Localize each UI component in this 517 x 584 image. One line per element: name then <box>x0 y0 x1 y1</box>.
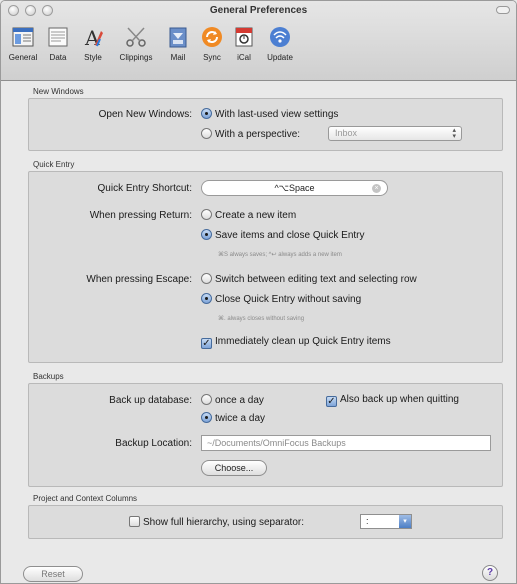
toolbar-data[interactable]: Data <box>41 22 75 62</box>
backup-database-label: Back up database: <box>109 395 192 406</box>
preferences-window: General Preferences General Data A Style… <box>0 0 517 584</box>
mail-icon <box>165 24 191 50</box>
toolbar-style[interactable]: A Style <box>75 22 111 62</box>
perspective-popup[interactable]: Inbox ▴ ▾ <box>328 126 462 141</box>
checkbox-icon[interactable] <box>129 516 140 527</box>
toolbar-label: Update <box>267 53 293 62</box>
radio-escape-switch-label: Switch between editing text and selectin… <box>215 274 417 285</box>
cleanup-label: Immediately clean up Quick Entry items <box>215 336 391 347</box>
radio-return-create[interactable]: Create a new item <box>201 209 296 221</box>
preferences-content: New Windows Open New Windows: With last-… <box>1 81 516 583</box>
hierarchy-label: Show full hierarchy, using separator: <box>143 517 305 528</box>
shortcut-value: ^⌥Space <box>274 183 315 193</box>
clear-shortcut-icon[interactable]: × <box>372 184 381 193</box>
radio-return-create-label: Create a new item <box>215 210 297 221</box>
new-windows-section-label: New Windows <box>33 87 84 96</box>
radio-return-save[interactable]: Save items and close Quick Entry <box>201 229 365 241</box>
shortcut-field[interactable]: ^⌥Space × <box>201 180 388 196</box>
toolbar-area: General Preferences General Data A Style… <box>1 1 516 81</box>
radio-last-used[interactable]: With last-used view settings <box>201 108 338 120</box>
backup-location-value: ~/Documents/OmniFocus Backups <box>207 438 346 448</box>
data-icon <box>45 24 71 50</box>
radio-button[interactable] <box>201 412 212 423</box>
quit-backup-label: Also back up when quitting <box>340 394 459 405</box>
title-bar: General Preferences <box>1 1 516 21</box>
return-hint: ⌘S always saves; ^↩ always adds a new it… <box>218 252 342 258</box>
open-new-windows-label: Open New Windows: <box>98 109 192 120</box>
radio-escape-close-label: Close Quick Entry without saving <box>215 294 362 305</box>
new-windows-box: Open New Windows: With last-used view se… <box>28 98 503 151</box>
radio-once-label: once a day <box>215 395 264 406</box>
toolbar-sync[interactable]: Sync <box>195 22 229 62</box>
toolbar-label: Sync <box>203 53 221 62</box>
radio-perspective[interactable]: With a perspective: <box>201 128 300 140</box>
radio-button[interactable] <box>201 229 212 240</box>
toolbar-label: Mail <box>170 53 186 62</box>
toolbar-ical[interactable]: iCal <box>229 22 259 62</box>
checkmark-icon[interactable]: ✓ <box>201 338 212 349</box>
backups-section-label: Backups <box>33 372 64 381</box>
cleanup-checkbox[interactable]: ✓ Immediately clean up Quick Entry items <box>201 336 391 349</box>
return-label: When pressing Return: <box>89 210 192 221</box>
help-button[interactable]: ? <box>482 565 498 581</box>
toolbar-general[interactable]: General <box>5 22 41 62</box>
reset-button[interactable]: Reset <box>23 566 83 582</box>
radio-button[interactable] <box>201 128 212 139</box>
style-icon: A <box>80 24 106 50</box>
quick-entry-shortcut-label: Quick Entry Shortcut: <box>97 183 192 194</box>
updown-arrows-icon: ▴ ▾ <box>452 127 456 140</box>
columns-box: Show full hierarchy, using separator: : … <box>28 505 503 539</box>
general-icon <box>10 24 36 50</box>
toolbar-update[interactable]: Update <box>259 22 301 62</box>
radio-return-save-label: Save items and close Quick Entry <box>215 230 365 241</box>
popup-arrow-icon: ▾ <box>399 515 411 528</box>
backups-box: Back up database: once a day twice a day… <box>28 383 503 487</box>
choose-button[interactable]: Choose... <box>201 460 267 476</box>
separator-value: : <box>366 516 369 526</box>
toolbar-toggle-button[interactable] <box>496 6 510 14</box>
radio-button[interactable] <box>201 108 212 119</box>
radio-last-used-label: With last-used view settings <box>215 109 339 120</box>
toolbar-label: General <box>8 53 38 62</box>
radio-button[interactable] <box>201 394 212 405</box>
radio-twice-a-day[interactable]: twice a day <box>201 412 265 424</box>
backup-location-label: Backup Location: <box>115 438 192 449</box>
clippings-icon <box>123 24 149 50</box>
radio-button[interactable] <box>201 293 212 304</box>
toolbar-mail[interactable]: Mail <box>161 22 195 62</box>
toolbar-label: Data <box>49 53 67 62</box>
quick-entry-box: Quick Entry Shortcut: ^⌥Space × When pre… <box>28 171 503 363</box>
ical-icon <box>231 24 257 50</box>
quick-entry-section-label: Quick Entry <box>33 160 75 169</box>
window-title: General Preferences <box>209 5 308 16</box>
radio-escape-close[interactable]: Close Quick Entry without saving <box>201 293 361 305</box>
toolbar-label: iCal <box>237 53 251 62</box>
quit-backup-checkbox[interactable]: ✓ Also back up when quitting <box>326 394 459 407</box>
update-icon <box>267 24 293 50</box>
escape-hint: ⌘. always closes without saving <box>218 316 305 322</box>
radio-once-a-day[interactable]: once a day <box>201 394 264 406</box>
radio-escape-switch[interactable]: Switch between editing text and selectin… <box>201 273 417 285</box>
escape-label: When pressing Escape: <box>86 274 192 285</box>
separator-popup[interactable]: : ▾ <box>360 514 412 529</box>
radio-button[interactable] <box>201 273 212 284</box>
toolbar-label: Style <box>84 53 102 62</box>
checkmark-icon[interactable]: ✓ <box>326 396 337 407</box>
preferences-toolbar: General Data A Style Clippings Mail Sync… <box>5 22 301 62</box>
backup-location-field[interactable]: ~/Documents/OmniFocus Backups <box>201 435 491 451</box>
toolbar-label: Clippings <box>119 53 153 62</box>
radio-button[interactable] <box>201 209 212 220</box>
perspective-value: Inbox <box>335 128 358 138</box>
radio-perspective-label: With a perspective: <box>215 129 301 140</box>
radio-twice-label: twice a day <box>215 413 266 424</box>
sync-icon <box>199 24 225 50</box>
hierarchy-checkbox[interactable]: Show full hierarchy, using separator: <box>129 516 304 528</box>
columns-section-label: Project and Context Columns <box>33 494 138 503</box>
toolbar-clippings[interactable]: Clippings <box>111 22 161 62</box>
